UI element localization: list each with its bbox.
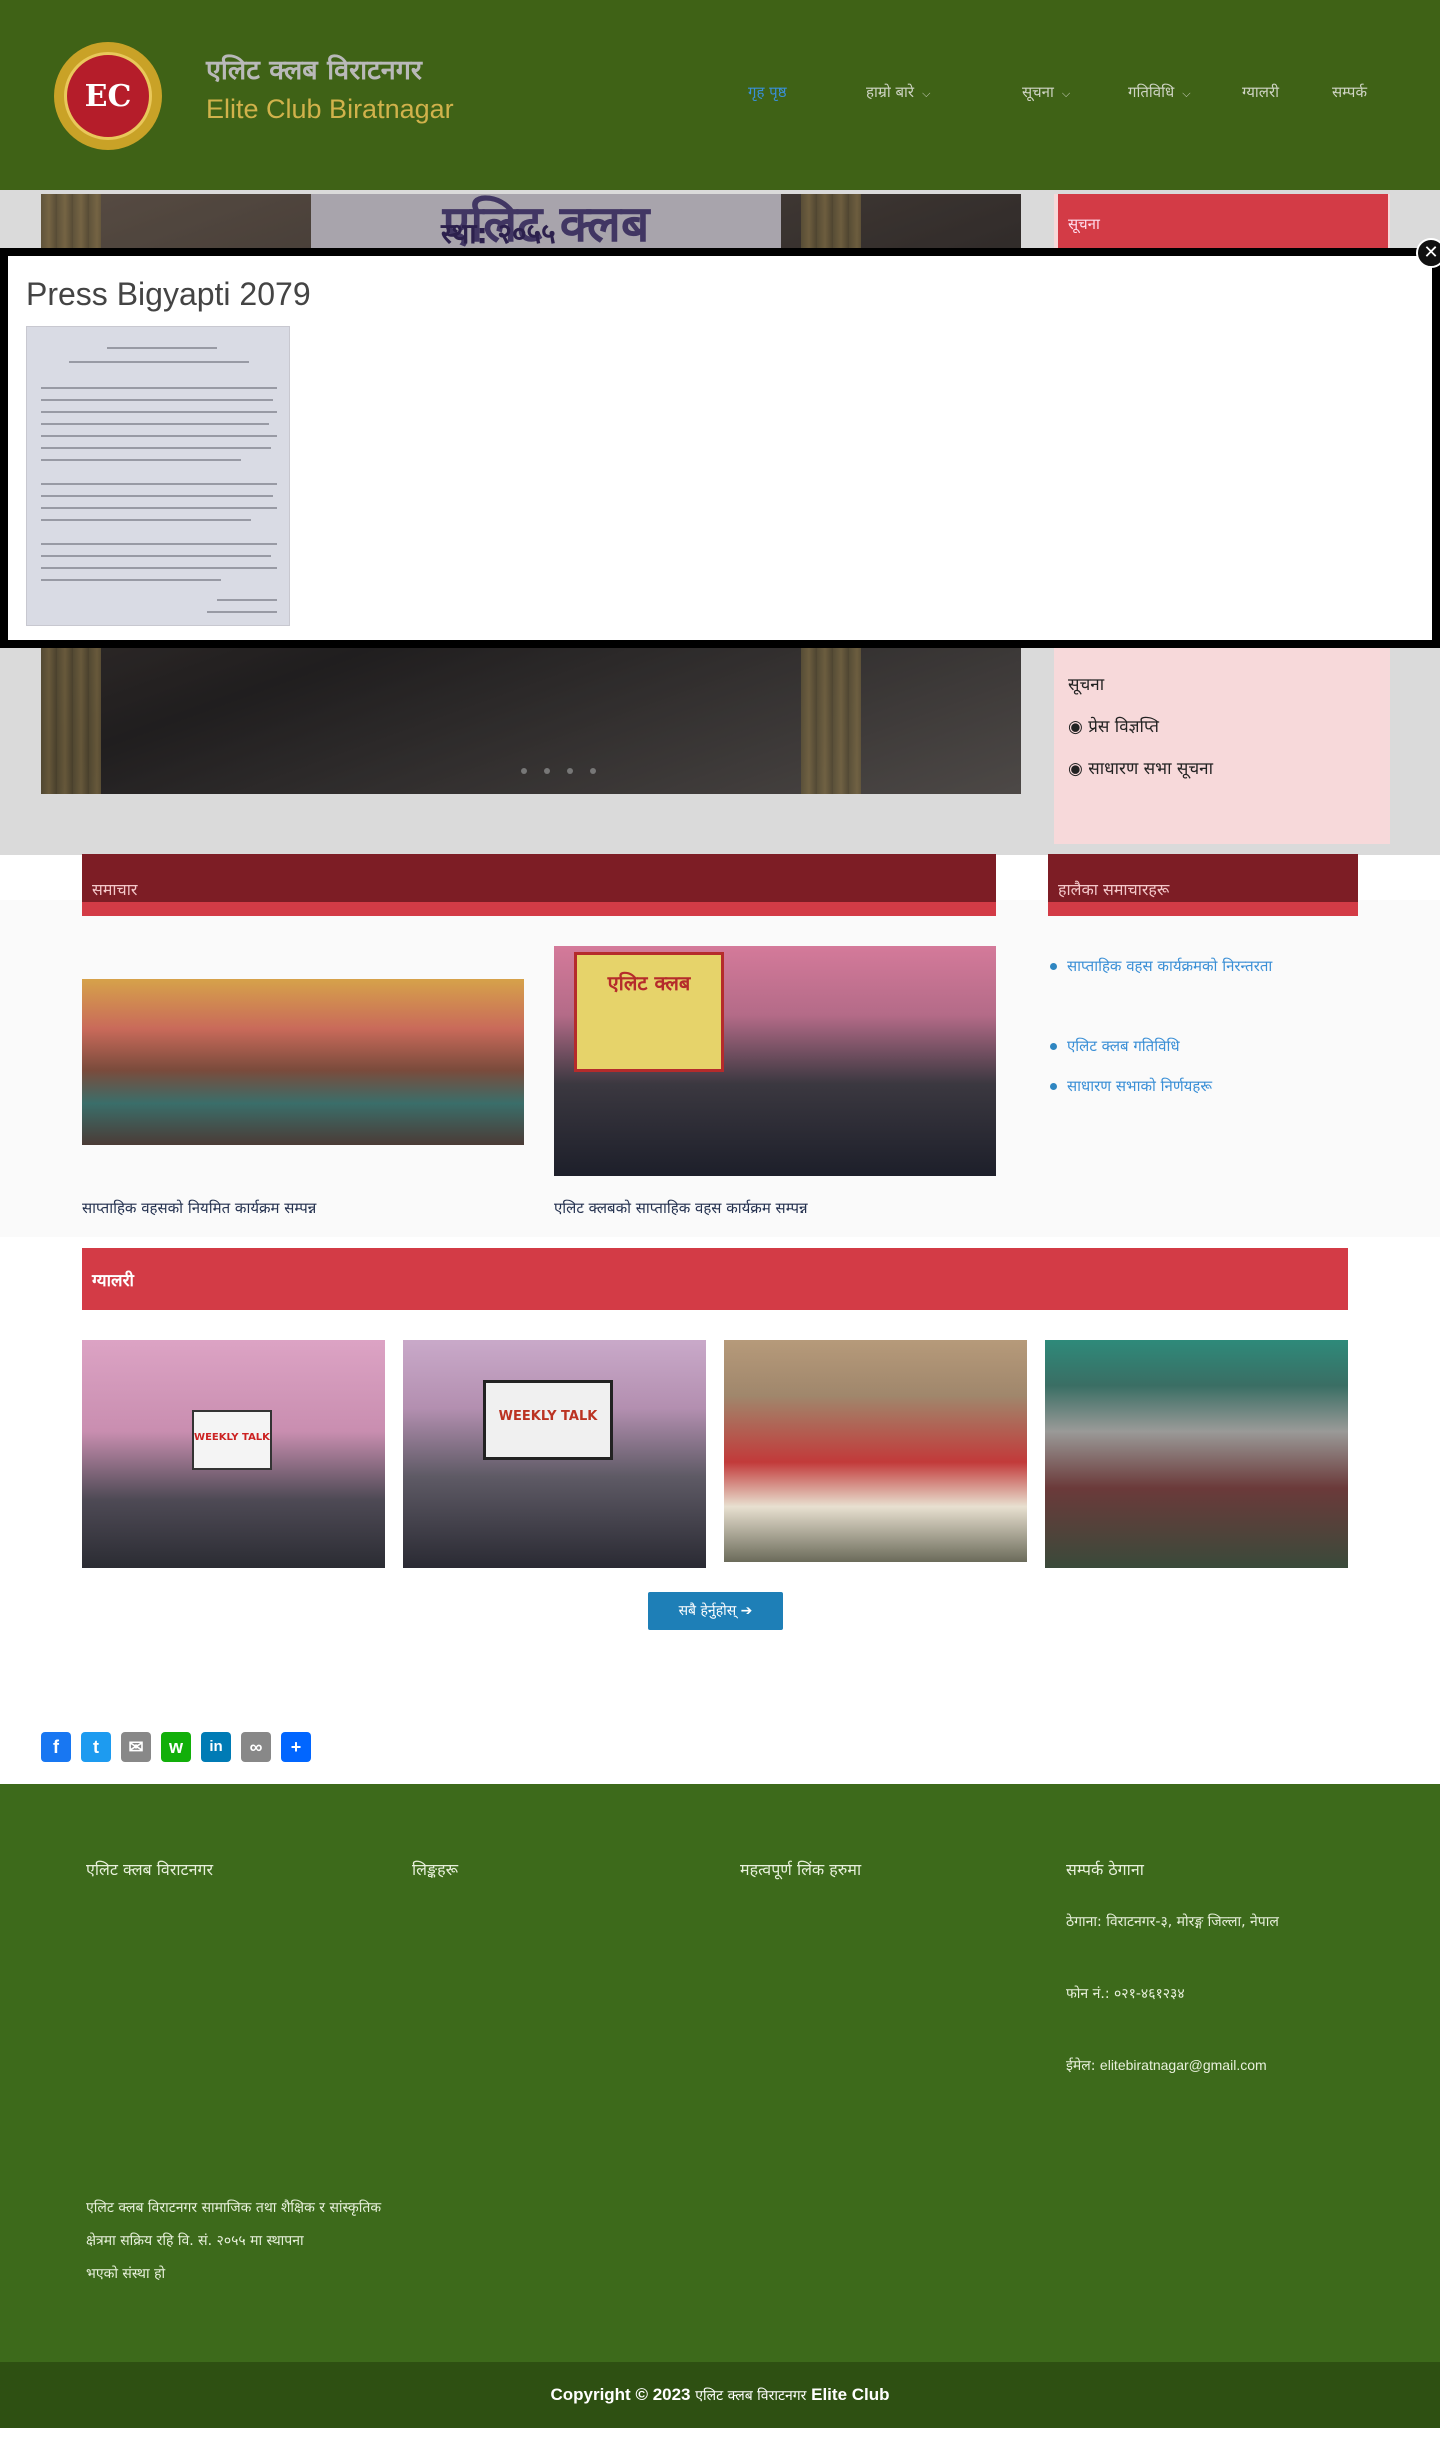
close-icon[interactable]: ✕: [1416, 238, 1440, 268]
nav-home[interactable]: गृह पृष्ठ: [748, 82, 787, 102]
notice-group-label: सूचना: [1068, 675, 1105, 695]
footer-phone: फोन नं.: ०२१-४६१२३४: [1066, 1986, 1185, 2002]
chevron-down-icon: ⌵: [922, 87, 931, 100]
footer-about-line: क्षेत्रमा सक्रिय रहि वि. सं. २०५५ मा स्थ…: [86, 2233, 304, 2249]
notice-popup: Press Bigyapti 2079: [0, 248, 1440, 648]
press-release-image[interactable]: [26, 326, 290, 626]
facebook-icon[interactable]: f: [41, 1732, 71, 1762]
news-caption[interactable]: एलिट क्लबको साप्ताहिक वहस कार्यक्रम सम्प…: [554, 1198, 808, 1218]
chevron-down-icon: ⌵: [1061, 87, 1071, 100]
site-header: EC एलिट क्लब विराटनगर Elite Club Biratna…: [0, 0, 1440, 190]
footer-col-title: एलिट क्लब विराटनगर: [86, 1860, 214, 1879]
copyright-bar: Copyright © 2023 एलिट क्लब विराटनगर Elit…: [0, 2362, 1440, 2428]
gallery-photo[interactable]: [1045, 1340, 1348, 1568]
footer-col-title: महत्वपूर्ण लिंक हरुमा: [740, 1860, 862, 1879]
news-caption[interactable]: साप्ताहिक वहसको नियमित कार्यक्रम सम्पन्न: [82, 1198, 316, 1218]
twitter-icon[interactable]: t: [81, 1732, 111, 1762]
photo-banner: WEEKLY TALK: [483, 1380, 613, 1460]
nav-gallery[interactable]: ग्यालरी: [1242, 82, 1279, 102]
recent-news-title: हालैका समाचारहरू: [1048, 854, 1358, 916]
footer-col-title: सम्पर्क ठेगाना: [1066, 1860, 1144, 1879]
news-section-title: समाचार: [82, 854, 996, 916]
nav-activities[interactable]: गतिविधि ⌵: [1128, 82, 1191, 102]
slider-dot[interactable]: [590, 768, 597, 774]
nav-notices[interactable]: सूचना ⌵: [1022, 82, 1070, 102]
whatsapp-icon[interactable]: w: [161, 1732, 191, 1762]
gallery-photo[interactable]: [724, 1340, 1027, 1562]
footer-email[interactable]: ईमेल: elitebiratnagar@gmail.com: [1066, 2056, 1267, 2075]
news-photo[interactable]: [82, 979, 524, 1145]
gallery-photo[interactable]: WEEKLY TALK: [82, 1340, 385, 1568]
share-icon[interactable]: +: [281, 1732, 311, 1762]
view-all-button[interactable]: सबै हेर्नुहोस् ➔: [648, 1592, 783, 1630]
notice-sidebar-title: सूचना: [1058, 194, 1388, 254]
nav-contact[interactable]: सम्पर्क: [1332, 82, 1367, 102]
bullet-icon: [1050, 1043, 1057, 1050]
notice-popup-body: Press Bigyapti 2079: [8, 256, 1432, 640]
gallery-title: ग्यालरी: [82, 1248, 1348, 1310]
chevron-down-icon: ⌵: [1182, 87, 1191, 100]
footer-address: ठेगाना: विराटनगर-३, मोरङ्ग जिल्ला, नेपाल: [1066, 1914, 1279, 1930]
arrow-right-icon: ➔: [740, 1603, 753, 1619]
site-footer: एलिट क्लब विराटनगर लिङ्कहरू महत्वपूर्ण ल…: [0, 1784, 1440, 2362]
recent-news-link[interactable]: साधारण सभाको निर्णयहरू: [1050, 1076, 1212, 1096]
recent-news-link[interactable]: साप्ताहिक वहस कार्यक्रमको निरन्तरता: [1050, 956, 1272, 976]
gallery-photo[interactable]: WEEKLY TALK: [403, 1340, 706, 1568]
linkedin-icon[interactable]: in: [201, 1732, 231, 1762]
nav-about[interactable]: हाम्रो बारे ⌵: [866, 82, 930, 102]
footer-about-line: एलिट क्लब विराटनगर सामाजिक तथा शैक्षिक र…: [86, 2200, 382, 2216]
bullet-icon: [1050, 963, 1057, 970]
recent-news-link[interactable]: एलिट क्लब गतिविधि: [1050, 1036, 1180, 1056]
footer-col-title: लिङ्कहरू: [412, 1860, 459, 1879]
email-icon[interactable]: ✉: [121, 1732, 151, 1762]
slider-dots: [521, 759, 608, 778]
popup-title: Press Bigyapti 2079: [26, 276, 311, 312]
photo-banner: एलिट क्लब: [574, 952, 724, 1072]
slider-dot[interactable]: [521, 768, 527, 774]
slider-dot[interactable]: [567, 768, 574, 774]
copy-link-icon[interactable]: ∞: [241, 1732, 271, 1762]
bullet-icon: [1050, 1083, 1057, 1090]
slider-dot[interactable]: [544, 768, 551, 774]
notice-item[interactable]: ◉ प्रेस विज्ञप्ति: [1068, 714, 1159, 737]
footer-about-line: भएको संस्था हो: [86, 2266, 166, 2282]
news-photo[interactable]: एलिट क्लब: [554, 946, 996, 1176]
notice-item[interactable]: ◉ साधारण सभा सूचना: [1068, 756, 1213, 779]
photo-banner: WEEKLY TALK: [192, 1410, 272, 1470]
main-nav: गृह पृष्ठ हाम्रो बारे ⌵ सूचना ⌵ गतिविधि ⌵ ग…: [0, 82, 1440, 106]
